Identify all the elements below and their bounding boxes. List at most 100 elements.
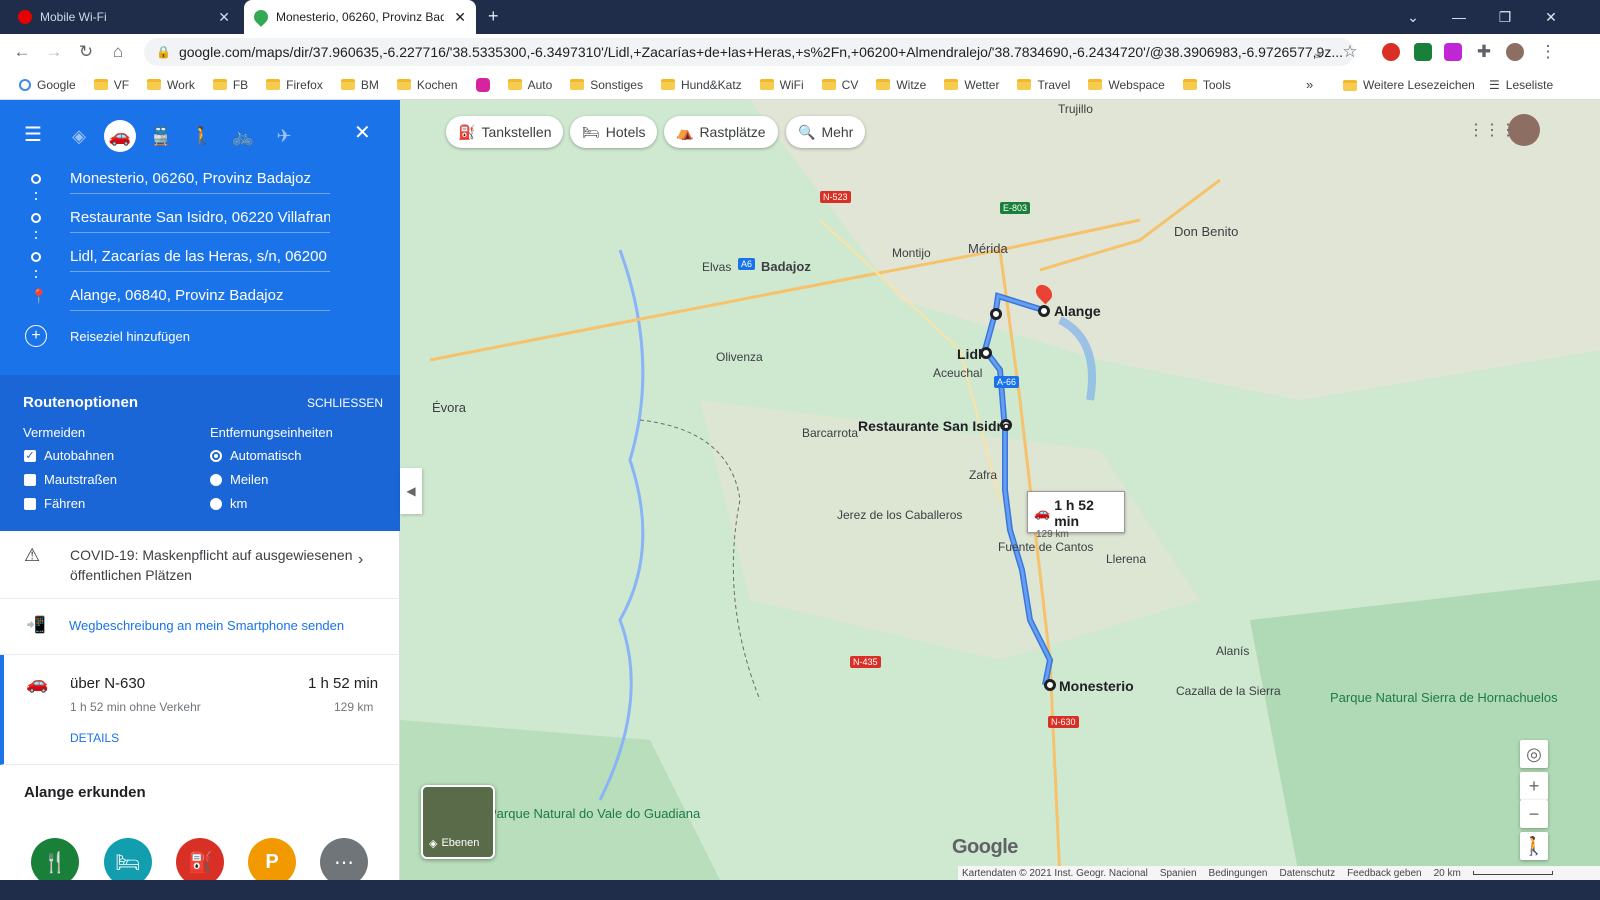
- menu-kebab-icon[interactable]: ⋮: [1532, 36, 1564, 68]
- address-bar[interactable]: 🔒 google.com/maps/dir/37.960635,-6.22771…: [144, 38, 1354, 66]
- best-route-icon[interactable]: ◈: [63, 120, 95, 152]
- extension-pink-icon[interactable]: [1444, 43, 1462, 61]
- waypoint-input-3[interactable]: Lidl, Zacarías de las Heras, s/n, 06200 …: [70, 242, 330, 272]
- gas-station-icon[interactable]: ⛽: [176, 838, 224, 886]
- checkbox-checked-icon[interactable]: ✓: [24, 449, 36, 462]
- bookmarks-overflow-button[interactable]: »: [1306, 77, 1313, 92]
- bookmark-folder[interactable]: Witze: [867, 72, 935, 98]
- pegman-icon[interactable]: 🚶: [1520, 832, 1548, 860]
- bookmark-folder[interactable]: BM: [332, 72, 388, 98]
- forward-icon[interactable]: →: [38, 36, 70, 68]
- send-to-phone[interactable]: 📲 Wegbeschreibung an mein Smartphone sen…: [0, 599, 400, 655]
- new-tab-button[interactable]: +: [488, 6, 499, 27]
- footer-item[interactable]: Bedingungen: [1209, 868, 1268, 879]
- units-automatic-option[interactable]: Automatisch: [210, 448, 302, 463]
- units-miles-option[interactable]: Meilen: [210, 472, 268, 487]
- reload-icon[interactable]: ↻: [70, 36, 102, 68]
- hotel-icon[interactable]: 🛏: [104, 838, 152, 886]
- bookmark-folder[interactable]: FB: [204, 72, 257, 98]
- bookmark-folder[interactable]: Auto: [499, 72, 562, 98]
- collapse-panel-icon[interactable]: ◀: [400, 468, 422, 514]
- bookmark-folder[interactable]: Kochen: [388, 72, 467, 98]
- adblock-icon[interactable]: [1382, 43, 1400, 61]
- my-location-icon[interactable]: ◎: [1520, 740, 1548, 768]
- units-km-option[interactable]: km: [210, 496, 247, 511]
- close-tab-icon[interactable]: ✕: [218, 9, 230, 26]
- layers-button[interactable]: ◈ Ebenen: [421, 785, 495, 859]
- restaurant-icon[interactable]: 🍴: [31, 838, 79, 886]
- taskbar-strip: [0, 880, 1600, 900]
- bookmark-folder[interactable]: Work: [138, 72, 204, 98]
- zoom-out-button[interactable]: −: [1520, 800, 1548, 828]
- profile-avatar[interactable]: [1506, 43, 1524, 61]
- send-to-phone-link[interactable]: Wegbeschreibung an mein Smartphone sende…: [69, 618, 344, 633]
- radio-icon[interactable]: [210, 473, 222, 486]
- add-destination-icon[interactable]: +: [25, 325, 47, 347]
- close-options-button[interactable]: SCHLIESSEN: [307, 396, 383, 410]
- tab-search-icon[interactable]: ⌄: [1390, 0, 1436, 34]
- avoid-tolls-option[interactable]: Mautstraßen: [24, 472, 117, 487]
- bookmark-folder[interactable]: Webspace: [1079, 72, 1173, 98]
- car-icon[interactable]: 🚗: [104, 120, 136, 152]
- folder-icon: [944, 79, 959, 90]
- bookmark-folder[interactable]: Wetter: [935, 72, 1008, 98]
- tab-mobile-wifi[interactable]: Mobile Wi-Fi ✕: [8, 0, 240, 34]
- bookmark-folder[interactable]: Firefox: [257, 72, 332, 98]
- transit-icon[interactable]: 🚆: [145, 120, 177, 152]
- checkbox-icon[interactable]: [24, 497, 36, 510]
- cycling-icon[interactable]: 🚲: [227, 120, 259, 152]
- more-icon[interactable]: ⋯: [320, 838, 368, 886]
- extensions-puzzle-icon[interactable]: ✚: [1468, 36, 1500, 68]
- place-label: Alanís: [1216, 644, 1250, 658]
- bookmark-folder[interactable]: CV: [813, 72, 868, 98]
- bookmark-star-icon[interactable]: ☆: [1334, 36, 1366, 68]
- avoid-ferries-option[interactable]: Fähren: [24, 496, 85, 511]
- waypoint-input-4[interactable]: Alange, 06840, Provinz Badajoz: [70, 281, 330, 311]
- scale-label[interactable]: 20 km: [1434, 868, 1461, 879]
- marker-alange[interactable]: [1038, 305, 1050, 317]
- waypoint-input-2[interactable]: Restaurante San Isidro, 06220 Villafranc…: [70, 203, 330, 233]
- back-icon[interactable]: ←: [6, 36, 38, 68]
- bookmark-folder[interactable]: Hund&Katz: [652, 72, 751, 98]
- menu-icon[interactable]: ☰: [24, 122, 42, 147]
- reading-list[interactable]: ☰ Leseliste: [1480, 72, 1562, 98]
- waypoint-input-1[interactable]: Monesterio, 06260, Provinz Badajoz: [70, 164, 330, 194]
- radio-icon[interactable]: [210, 497, 222, 510]
- bookmark-item[interactable]: Google: [10, 72, 85, 98]
- extension-s-icon[interactable]: [1414, 43, 1432, 61]
- checkbox-icon[interactable]: [24, 473, 36, 486]
- footer-item[interactable]: Feedback geben: [1347, 868, 1422, 879]
- parking-icon[interactable]: P: [248, 838, 296, 886]
- bookmark-folder[interactable]: Sonstiges: [561, 72, 652, 98]
- bookmark-folder[interactable]: Travel: [1008, 72, 1079, 98]
- tab-maps[interactable]: Monesterio, 06260, Provinz Bada ✕: [244, 0, 476, 34]
- footer-item[interactable]: Datenschutz: [1279, 868, 1335, 879]
- home-icon[interactable]: ⌂: [102, 36, 134, 68]
- route-details-link[interactable]: DETAILS: [70, 731, 119, 745]
- map-canvas[interactable]: ⛽ Tankstellen 🛏 Hotels ⛺ Rastplätze 🔍 Mehr ⋮…: [400, 100, 1600, 880]
- flight-icon[interactable]: ✈: [268, 120, 300, 152]
- radio-selected-icon[interactable]: [210, 449, 222, 462]
- minimize-button[interactable]: —: [1436, 0, 1482, 34]
- close-tab-icon[interactable]: ✕: [454, 9, 466, 26]
- other-bookmarks[interactable]: Weitere Lesezeichen: [1334, 72, 1484, 98]
- waypoint-marker[interactable]: [990, 308, 1002, 320]
- route-summary[interactable]: 🚗 über N-630 1 h 52 min 1 h 52 min ohne …: [0, 655, 400, 765]
- covid-notice[interactable]: ⚠ COVID-19: Maskenpflicht auf ausgewiese…: [0, 531, 400, 599]
- avoid-highways-option[interactable]: ✓ Autobahnen: [24, 448, 114, 463]
- add-destination-link[interactable]: Reiseziel hinzufügen: [70, 329, 190, 344]
- zoom-in-button[interactable]: +: [1520, 772, 1548, 800]
- restore-button[interactable]: ❐: [1482, 0, 1528, 34]
- bookmark-folder[interactable]: WiFi: [751, 72, 813, 98]
- close-window-button[interactable]: ✕: [1528, 0, 1574, 34]
- bookmark-folder[interactable]: VF: [85, 72, 138, 98]
- install-icon[interactable]: ⤓: [1302, 36, 1334, 68]
- close-directions-icon[interactable]: ✕: [354, 120, 371, 145]
- bookmark-instagram[interactable]: [467, 72, 499, 98]
- bookmark-folder[interactable]: Tools: [1174, 72, 1240, 98]
- marker-monesterio[interactable]: [1044, 679, 1056, 691]
- route-duration-box[interactable]: 🚗 1 h 52 min 129 km: [1027, 491, 1125, 540]
- folder-icon: [266, 79, 281, 90]
- footer-item[interactable]: Spanien: [1160, 868, 1197, 879]
- walking-icon[interactable]: 🚶: [186, 120, 218, 152]
